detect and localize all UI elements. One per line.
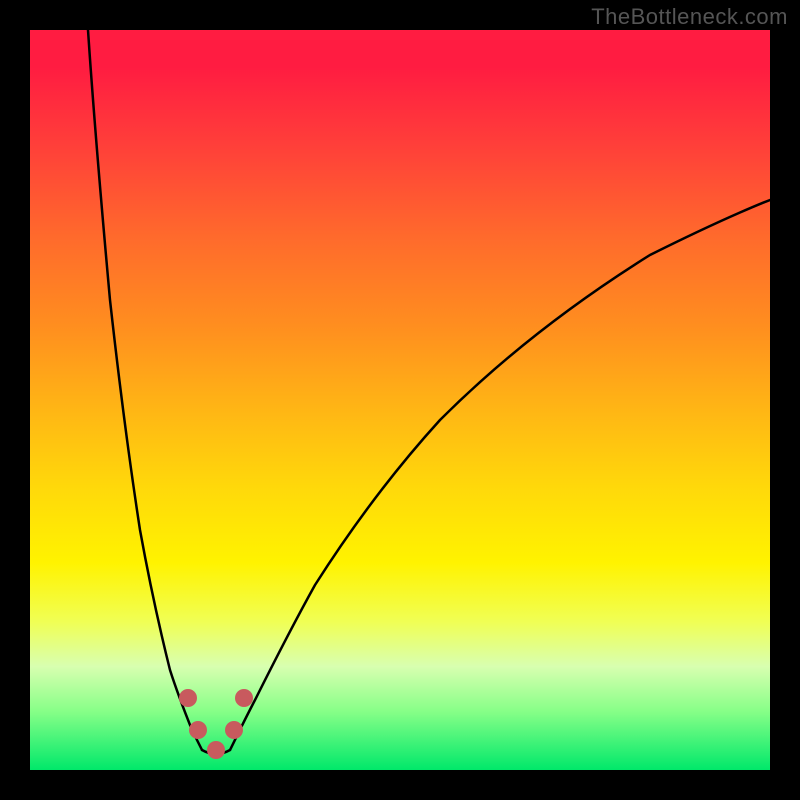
bottom-nub-left	[179, 689, 197, 707]
bottom-nub-right2	[225, 721, 243, 739]
bottom-nub-mid	[207, 741, 225, 759]
watermark-text: TheBottleneck.com	[591, 4, 788, 30]
heatmap-plot-area	[30, 30, 770, 770]
stage: TheBottleneck.com	[0, 0, 800, 800]
bottom-nub-left2	[189, 721, 207, 739]
right-branch-curve	[230, 200, 770, 750]
bottom-nub-right	[235, 689, 253, 707]
left-branch-curve	[88, 30, 202, 750]
curve-overlay	[30, 30, 770, 770]
